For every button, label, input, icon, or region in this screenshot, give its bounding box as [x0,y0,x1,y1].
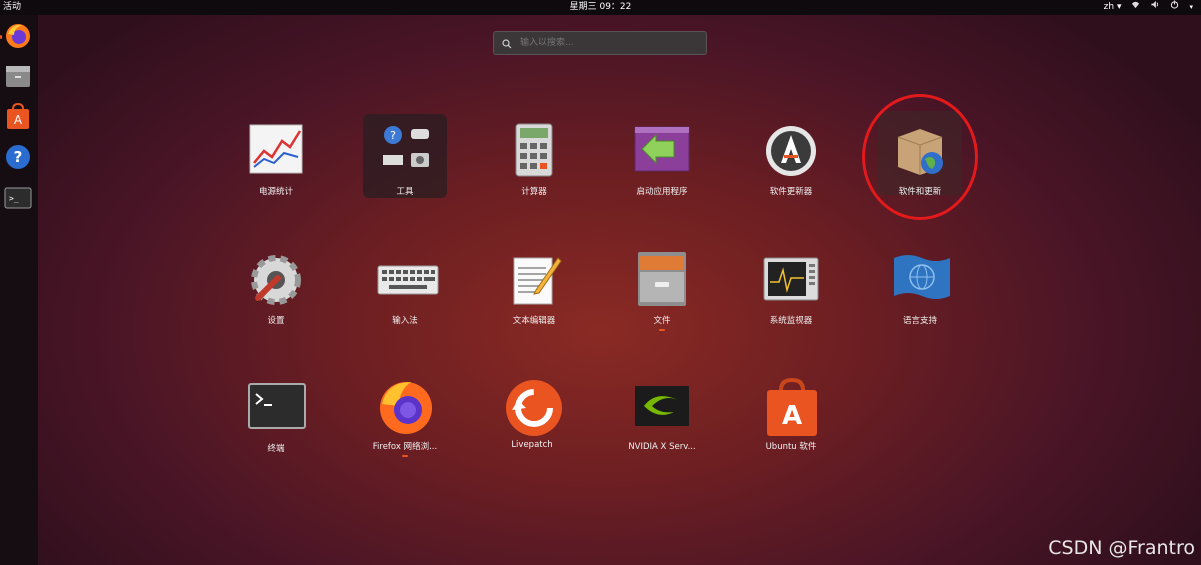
app-nvidia-settings[interactable]: NVIDIA X Serv... [607,380,717,470]
app-label: Ubuntu 软件 [765,442,817,452]
file-cabinet-icon [634,252,690,308]
software-updater-icon [763,123,819,179]
highlight-circle [862,94,978,220]
search-icon [502,34,512,53]
app-label: 软件更新器 [769,187,813,197]
app-system-monitor[interactable]: 系统监视器 [736,252,846,342]
nvidia-icon [634,380,690,436]
app-label: Livepatch [511,440,553,450]
volume-icon[interactable] [1150,0,1160,15]
app-ubuntu-software[interactable]: A Ubuntu 软件 [736,377,846,468]
system-monitor-icon [763,252,819,308]
power-statistics-icon [248,123,304,179]
clock[interactable]: 星期三 09：22 [570,2,632,12]
app-settings[interactable]: 设置 [221,252,331,342]
tools-folder-icon: ? [377,123,433,179]
app-label: Firefox 网络浏... [372,442,438,452]
watermark: CSDN @Frantro [1048,537,1195,559]
svg-text:A: A [14,113,23,127]
network-icon[interactable] [1131,0,1140,15]
keyboard-icon [377,252,439,308]
search-box[interactable] [493,31,707,55]
svg-text:?: ? [14,148,23,166]
svg-text:>_: >_ [9,194,19,203]
language-support-icon [892,252,950,308]
app-label: 电源统计 [258,187,293,197]
language-indicator[interactable]: zh ▾ [1104,0,1122,15]
app-label: NVIDIA X Serv... [628,442,696,452]
app-startup-applications[interactable]: 启动应用程序 [607,123,717,213]
software-center-icon[interactable]: A [3,102,33,132]
chevron-down-icon[interactable]: ▾ [1189,0,1193,15]
terminal-icon [248,380,306,436]
top-bar: 活动 星期三 09：22 zh ▾ ▾ [0,0,1201,15]
search-input[interactable] [518,37,702,49]
app-livepatch[interactable]: Livepatch [477,378,587,468]
firefox-icon [377,378,433,434]
app-software-updater[interactable]: 软件更新器 [736,123,846,213]
app-label: 计算器 [521,187,547,197]
svg-text:?: ? [390,129,396,142]
dock: A ? >_ [0,15,38,565]
app-tools[interactable]: ? 工具 [350,114,460,213]
power-icon[interactable] [1170,0,1179,15]
app-label: 文本编辑器 [512,316,556,326]
app-text-editor[interactable]: 文本编辑器 [479,252,589,342]
ubuntu-software-icon: A [763,377,819,436]
text-editor-icon [506,252,562,308]
files-icon[interactable] [3,61,33,91]
app-label: 文件 [653,316,671,326]
app-label: 系统监视器 [769,316,813,326]
settings-icon [248,252,304,308]
livepatch-icon [504,378,562,436]
app-label: 设置 [267,316,285,326]
svg-text:A: A [782,401,802,431]
app-input-method[interactable]: 输入法 [350,252,460,342]
app-label: 启动应用程序 [636,187,688,197]
terminal-icon[interactable]: >_ [3,183,33,213]
calculator-icon [506,123,562,179]
app-label: 终端 [267,444,285,454]
firefox-icon[interactable] [3,21,33,51]
app-language-support[interactable]: 语言支持 [865,252,975,342]
running-indicator [402,455,408,457]
app-label: 工具 [396,187,414,197]
app-label: 语言支持 [902,316,937,326]
help-icon[interactable]: ? [3,142,33,172]
running-indicator [0,35,2,39]
running-indicator [659,329,665,331]
activities-button[interactable]: 活动 [3,0,21,15]
app-label: 输入法 [392,316,418,326]
app-files[interactable]: 文件 [607,252,717,342]
app-firefox[interactable]: Firefox 网络浏... [350,378,460,468]
startup-applications-icon [634,123,690,179]
app-power-statistics[interactable]: 电源统计 [221,123,331,213]
app-terminal[interactable]: 终端 [221,380,331,470]
app-calculator[interactable]: 计算器 [479,123,589,213]
